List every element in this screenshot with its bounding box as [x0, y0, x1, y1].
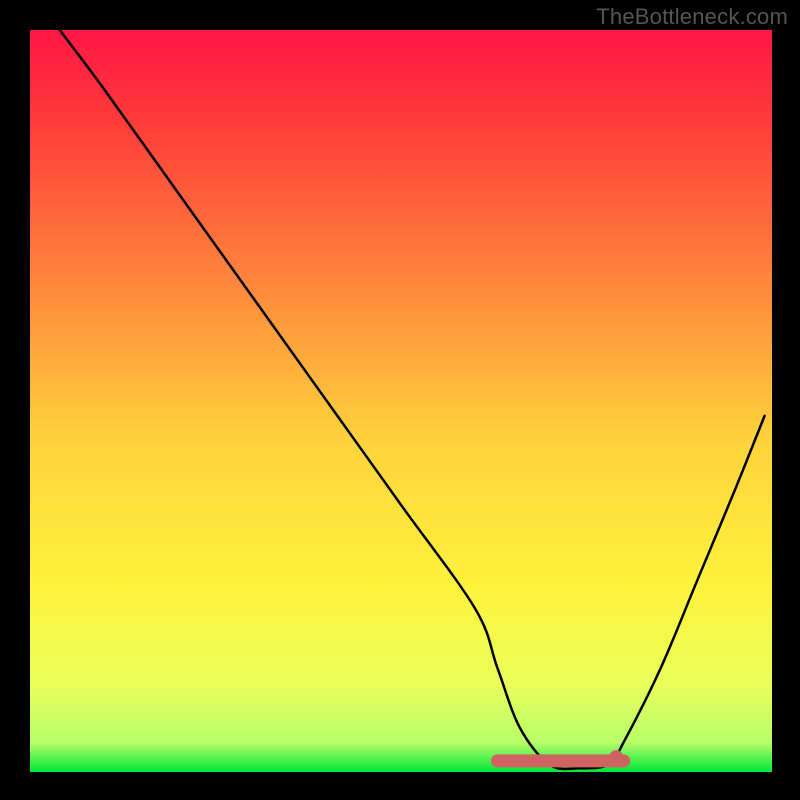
- chart-container: TheBottleneck.com: [0, 0, 800, 800]
- watermark-text: TheBottleneck.com: [596, 4, 788, 30]
- optimum-marker: [609, 750, 623, 764]
- bottleneck-chart: [0, 0, 800, 800]
